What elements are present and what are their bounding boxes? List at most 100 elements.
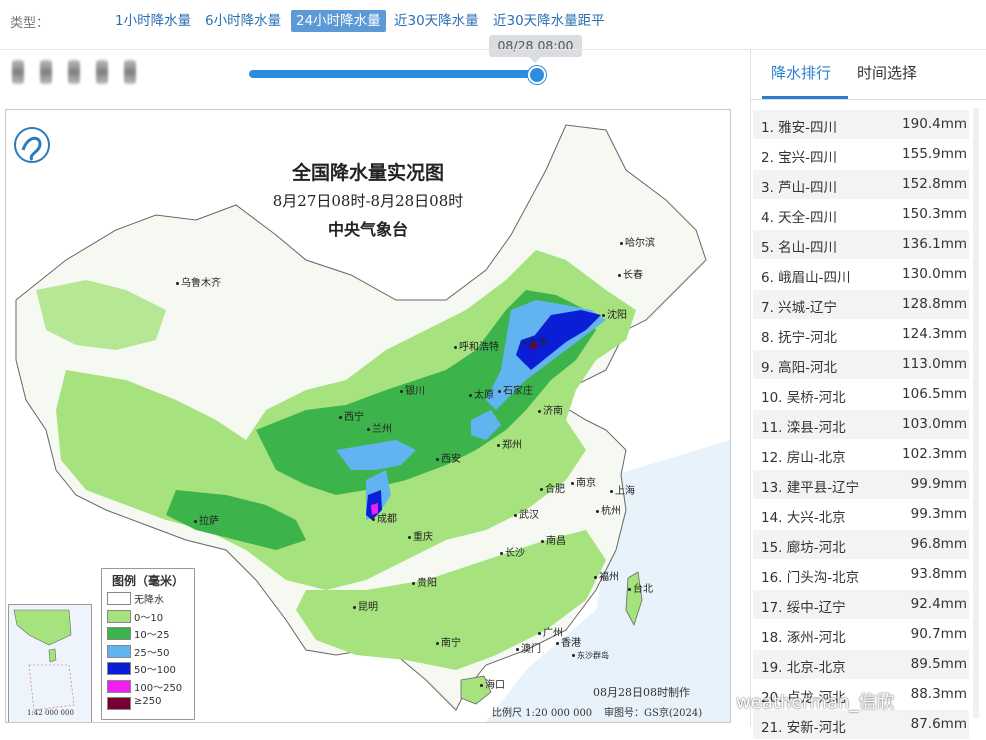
tab-divider xyxy=(751,99,986,100)
station-name: 19. 北京-北京 xyxy=(761,660,846,676)
city-label: 福州 xyxy=(594,568,619,583)
city-label: 乌鲁木齐 xyxy=(176,274,221,289)
south-china-sea-inset: 1:42 000 000 xyxy=(8,604,92,722)
station-name: 5. 名山-四川 xyxy=(761,240,838,256)
ranking-row[interactable]: 16. 门头沟-北京 93.8mm xyxy=(753,560,969,590)
thumbnail[interactable] xyxy=(12,60,24,84)
precip-value: 87.6mm xyxy=(910,716,967,732)
city-label: 长沙 xyxy=(500,544,525,559)
precip-value: 103.0mm xyxy=(902,416,967,432)
station-name: 6. 峨眉山-四川 xyxy=(761,270,851,286)
precip-value: 152.8mm xyxy=(902,176,967,192)
ranking-row[interactable]: 2. 宝兴-四川 155.9mm xyxy=(753,140,969,170)
legend-label: 0～10 xyxy=(134,612,164,624)
tab-30d-anomaly[interactable]: 近30天降水量距平 xyxy=(488,10,610,32)
city-label: 武汉 xyxy=(514,506,539,521)
ranking-row[interactable]: 14. 大兴-北京 99.3mm xyxy=(753,500,969,530)
inset-scale: 1:42 000 000 xyxy=(27,709,74,717)
ranking-row[interactable]: 4. 天全-四川 150.3mm xyxy=(753,200,969,230)
ranking-row[interactable]: 21. 安新-河北 87.6mm xyxy=(753,710,969,740)
city-label: 长春 xyxy=(618,266,643,281)
ranking-row[interactable]: 12. 房山-北京 102.3mm xyxy=(753,440,969,470)
ranking-row[interactable]: 9. 高阳-河北 113.0mm xyxy=(753,350,969,380)
thumbnail[interactable] xyxy=(68,60,80,84)
playback-thumbnails[interactable] xyxy=(10,58,170,86)
station-name: 4. 天全-四川 xyxy=(761,210,838,226)
inset-map xyxy=(13,609,75,711)
ranking-row[interactable]: 11. 滦县-河北 103.0mm xyxy=(753,410,969,440)
legend-item: ≥250 xyxy=(102,694,194,712)
station-name: 18. 涿州-河北 xyxy=(761,630,846,646)
legend-label: 50～100 xyxy=(134,665,176,676)
tab-24h-precip[interactable]: 24小时降水量 xyxy=(291,10,386,32)
city-label: 台北 xyxy=(628,580,653,595)
time-slider-track[interactable] xyxy=(249,70,537,78)
ranking-row[interactable]: 6. 峨眉山-四川 130.0mm xyxy=(753,260,969,290)
city-label: 哈尔滨 xyxy=(620,234,655,249)
city-label: 银川 xyxy=(400,382,425,397)
city-label: 兰州 xyxy=(367,420,392,435)
precip-value: 130.0mm xyxy=(902,266,967,282)
precip-value: 155.9mm xyxy=(902,146,967,162)
precip-value: 106.5mm xyxy=(902,386,967,402)
tab-30d-precip[interactable]: 近30天降水量 xyxy=(389,10,484,32)
tab-time-select[interactable]: 时间选择 xyxy=(857,62,917,83)
legend-item: 10～25 xyxy=(102,624,194,642)
station-name: 13. 建平县-辽宁 xyxy=(761,480,860,496)
city-label: 澳门 xyxy=(516,640,541,655)
legend-swatch xyxy=(107,609,131,623)
precip-value: 102.3mm xyxy=(902,446,967,462)
ranking-scrollbar[interactable] xyxy=(973,108,979,718)
legend-item: 25～50 xyxy=(102,642,194,660)
ranking-row[interactable]: 3. 芦山-四川 152.8mm xyxy=(753,170,969,200)
station-name: 15. 廊坊-河北 xyxy=(761,540,846,556)
city-label: 香港 xyxy=(556,634,581,649)
thumbnail[interactable] xyxy=(124,60,136,84)
ranking-row[interactable]: 7. 兴城-辽宁 128.8mm xyxy=(753,290,969,320)
station-name: 2. 宝兴-四川 xyxy=(761,150,838,166)
station-name: 21. 安新-河北 xyxy=(761,720,846,736)
ranking-row[interactable]: 1. 雅安-四川 190.4mm xyxy=(753,110,969,140)
precip-value: 88.3mm xyxy=(910,686,967,702)
station-name: 9. 高阳-河北 xyxy=(761,360,838,376)
city-label: 杭州 xyxy=(596,502,621,517)
type-label: 类型： xyxy=(10,16,50,31)
city-label: 济南 xyxy=(538,402,563,417)
precip-value: 99.9mm xyxy=(910,476,967,492)
city-label: 成都 xyxy=(372,510,397,525)
map-period: 8月27日08时-8月28日08时 xyxy=(272,192,464,210)
tab-precip-ranking[interactable]: 降水排行 xyxy=(771,62,831,83)
precip-value: 89.5mm xyxy=(910,656,967,672)
thumbnail[interactable] xyxy=(96,60,108,84)
legend-swatch xyxy=(107,697,131,710)
ranking-row[interactable]: 10. 吴桥-河北 106.5mm xyxy=(753,380,969,410)
city-label: 郑州 xyxy=(497,436,522,451)
legend-label: ≥250 xyxy=(134,696,162,707)
ranking-row[interactable]: 13. 建平县-辽宁 99.9mm xyxy=(753,470,969,500)
city-label: 拉萨 xyxy=(194,512,219,527)
ranking-row[interactable]: 18. 涿州-河北 90.7mm xyxy=(753,620,969,650)
sidebar: 降水排行 时间选择 1. 雅安-四川 190.4mm 2. 宝兴-四川 155.9mm… xyxy=(750,50,986,740)
map-legend: 图例（毫米） 无降水 0～10 10～25 25～50 50～100 100～2… xyxy=(101,568,195,720)
legend-item: 50～100 xyxy=(102,659,194,677)
precip-value: 93.8mm xyxy=(910,566,967,582)
precip-value: 150.3mm xyxy=(902,206,967,222)
ranking-row[interactable]: 5. 名山-四川 136.1mm xyxy=(753,230,969,260)
station-name: 7. 兴城-辽宁 xyxy=(761,300,838,316)
thumbnail[interactable] xyxy=(40,60,52,84)
city-label: 南昌 xyxy=(541,532,566,547)
city-label: 西安 xyxy=(436,450,461,465)
precip-value: 128.8mm xyxy=(902,296,967,312)
city-label: 东沙群岛 xyxy=(572,650,609,661)
ranking-row[interactable]: 15. 廊坊-河北 96.8mm xyxy=(753,530,969,560)
ranking-row[interactable]: 8. 抚宁-河北 124.3mm xyxy=(753,320,969,350)
ranking-row[interactable]: 19. 北京-北京 89.5mm xyxy=(753,650,969,680)
station-name: 8. 抚宁-河北 xyxy=(761,330,838,346)
ranking-row[interactable]: 17. 绥中-辽宁 92.4mm xyxy=(753,590,969,620)
station-name: 12. 房山-北京 xyxy=(761,450,846,466)
time-slider-handle[interactable] xyxy=(528,66,546,84)
legend-label: 无降水 xyxy=(134,595,164,606)
tab-1h-precip[interactable]: 1小时降水量 xyxy=(110,10,196,32)
tab-6h-precip[interactable]: 6小时降水量 xyxy=(200,10,286,32)
station-name: 17. 绥中-辽宁 xyxy=(761,600,846,616)
